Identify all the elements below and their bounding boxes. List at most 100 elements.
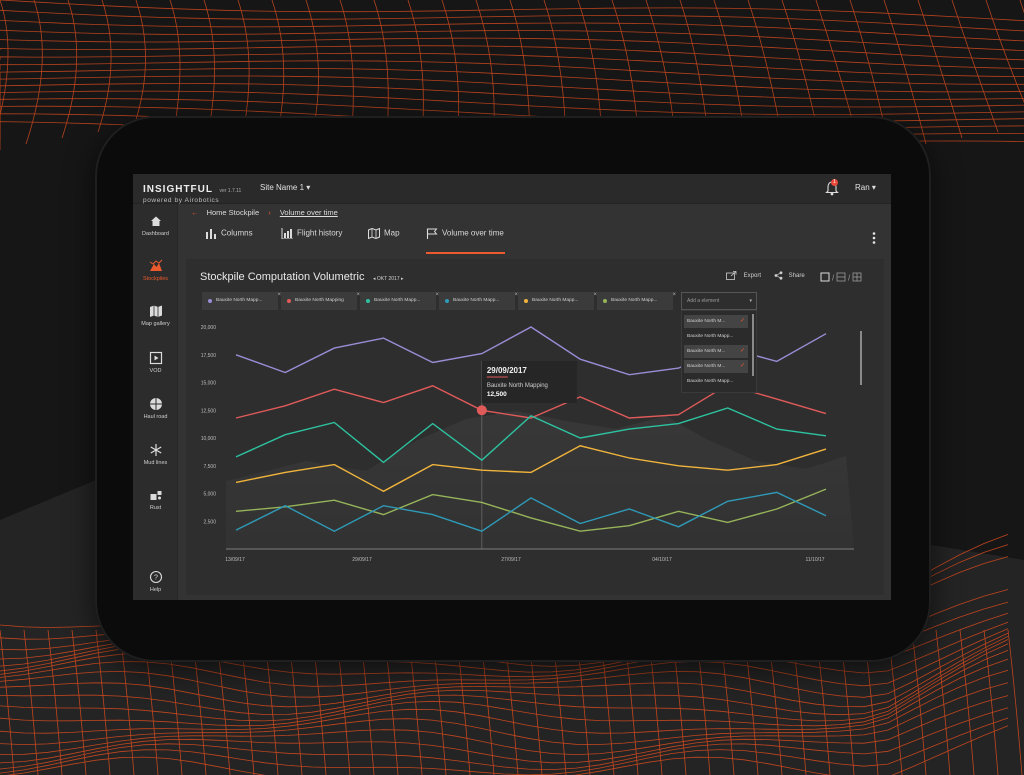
y-tick-label: 2,500 — [203, 519, 216, 525]
month-label: OKT 2017 — [376, 276, 400, 282]
layout-switch: / / — [820, 272, 864, 284]
dropdown-option[interactable]: Bauxite North Mapp... — [684, 330, 754, 343]
series-color-dot — [524, 299, 528, 303]
highlighted-point[interactable] — [476, 405, 487, 416]
option-label: Bauxite North M... — [687, 319, 726, 324]
series-color-dot — [603, 299, 607, 303]
series-chip[interactable]: Bauxite North Mapp... × — [518, 292, 597, 310]
sidebar-item-help[interactable]: ? Help — [133, 570, 178, 593]
sidebar-item-label: VOD — [149, 368, 162, 374]
share-button[interactable]: Share — [774, 271, 805, 280]
top-bar: INSIGHTFUL ver 1.7.11 powered by Airobot… — [133, 174, 891, 204]
help-icon: ? — [149, 570, 162, 584]
sidebar-item-label: Mud lines — [143, 460, 168, 466]
arrow-left-icon[interactable]: ← — [191, 208, 199, 217]
flight-history-icon — [281, 228, 293, 240]
dropdown-option[interactable]: Bauxite North M... ✓ — [684, 360, 748, 373]
brand-version: ver 1.7.11 — [219, 188, 242, 194]
sidebar-item-dashboard[interactable]: Dashboard — [133, 214, 178, 237]
dropdown-option[interactable]: Bauxite North Mapp... — [684, 375, 754, 388]
x-axis: 13/09/17 29/09/17 27/09/17 04/10/17 11/10/17 — [225, 557, 824, 563]
sidebar-item-vod[interactable]: VOD — [133, 351, 178, 374]
more-vert-icon[interactable] — [870, 231, 878, 245]
y-tick-label: 5,000 — [203, 492, 216, 498]
tab-label: Columns — [221, 228, 253, 238]
x-tick-label: 27/09/17 — [501, 557, 521, 563]
series-chip[interactable]: Bauxite North Mapping × — [281, 292, 360, 310]
series-chip[interactable]: Bauxite North Mapp... × — [360, 292, 439, 310]
chip-label: Bauxite North Mapping — [295, 298, 344, 303]
breadcrumb-home[interactable]: Home Stockpile — [207, 208, 260, 217]
chevron-down-icon: ▾ — [306, 183, 311, 192]
sidebar-item-stockpiles[interactable]: Stockpiles — [133, 259, 178, 282]
sidebar-item-label: Haul road — [143, 414, 168, 420]
check-icon: ✓ — [739, 348, 745, 354]
tab-label: Map — [384, 228, 400, 238]
svg-text:/: / — [848, 274, 851, 283]
sidebar-item-rust[interactable]: Rust — [133, 488, 178, 511]
svg-text:?: ? — [154, 575, 158, 582]
breadcrumb-current[interactable]: Volume over time — [280, 208, 338, 217]
x-tick-label: 29/09/17 — [352, 557, 372, 563]
tab-volume-over-time[interactable]: Volume over time — [426, 228, 505, 254]
series-chip[interactable]: Bauxite North Mapp... × — [202, 292, 281, 310]
tab-flight-history[interactable]: Flight history — [281, 228, 342, 254]
brand-logo[interactable]: INSIGHTFUL ver 1.7.11 powered by Airobot… — [143, 180, 241, 205]
export-button[interactable]: Export — [726, 271, 761, 280]
check-icon: ✓ — [739, 363, 745, 369]
app-screen: INSIGHTFUL ver 1.7.11 powered by Airobot… — [133, 174, 891, 600]
dropdown-option[interactable]: Bauxite North M... ✓ — [684, 315, 748, 328]
user-name: Ran — [855, 183, 870, 192]
chevron-down-icon: ▾ — [871, 183, 876, 192]
add-element-dropdown: Add a element ▾ Bauxite North M... ✓ Bau… — [681, 292, 757, 393]
user-menu[interactable]: Ran ▾ — [855, 183, 876, 192]
sidebar-item-map-gallery[interactable]: Map gallery — [133, 304, 178, 327]
series-color-dot — [208, 299, 212, 303]
sidebar-item-label: Stockpiles — [142, 276, 169, 282]
brand-name: INSIGHTFUL — [143, 184, 213, 195]
layout-icons: / / — [820, 272, 862, 283]
breadcrumb: ← Home Stockpile › Volume over time — [191, 208, 338, 217]
single-layout-icon[interactable] — [820, 272, 830, 282]
add-element-list: Bauxite North M... ✓ Bauxite North Mapp.… — [681, 310, 757, 393]
chart-title: Stockpile Computation Volumetric — [200, 271, 365, 283]
add-element-input[interactable]: Add a element ▾ — [681, 292, 757, 310]
bar-chart-icon — [206, 229, 216, 239]
y-axis: 2,500 5,000 7,500 10,000 12,500 15,000 17,500 2… — [201, 325, 217, 525]
map-icon — [149, 305, 162, 317]
close-icon[interactable]: × — [672, 286, 676, 304]
dropdown-scrollbar[interactable] — [752, 314, 754, 376]
series-color-dot — [445, 299, 449, 303]
chevron-right-icon[interactable]: ▸ — [401, 276, 404, 282]
site-select[interactable]: Site Name 1 ▾ — [260, 183, 310, 192]
haul-road-icon — [149, 398, 162, 410]
map-icon — [368, 227, 380, 240]
chip-label: Bauxite North Mapp... — [374, 298, 421, 303]
y-tick-label: 20,000 — [201, 325, 217, 331]
sidebar-item-mud-lines[interactable]: Mud lines — [133, 443, 178, 466]
share-label: Share — [788, 273, 805, 280]
option-label: Bauxite North Mapp... — [687, 379, 734, 384]
chevron-down-icon: ▾ — [749, 298, 752, 304]
series-chip[interactable]: Bauxite North Mapp... × — [439, 292, 518, 310]
rust-icon — [150, 491, 161, 500]
tab-columns[interactable]: Columns — [205, 228, 253, 254]
check-icon: ✓ — [739, 318, 745, 324]
sidebar-item-haul-road[interactable]: Haul road — [133, 397, 178, 420]
tooltip-series: Bauxite North Mapping — [487, 383, 548, 389]
sidebar-item-label: Rust — [149, 505, 162, 511]
series-chip[interactable]: Bauxite North Mapp... × — [597, 292, 676, 310]
chart-card: Stockpile Computation Volumetric ◂ OKT 2… — [186, 259, 884, 595]
y-tick-label: 15,000 — [201, 381, 217, 387]
series-color-dot — [366, 299, 370, 303]
chip-label: Bauxite North Mapp... — [453, 298, 500, 303]
x-tick-label: 13/09/17 — [225, 557, 245, 563]
svg-text:/: / — [832, 274, 835, 283]
export-label: Export — [743, 273, 762, 280]
chevron-right-icon: › — [268, 208, 271, 217]
video-icon — [149, 351, 162, 365]
dropdown-option[interactable]: Bauxite North M... ✓ — [684, 345, 748, 358]
tab-map[interactable]: Map — [368, 227, 400, 254]
line-chart: 2,500 5,000 7,500 10,000 12,500 15,000 17,500 2… — [201, 325, 854, 563]
chart-tooltip: 29/09/2017 Bauxite North Mapping 12,500 — [481, 361, 577, 403]
